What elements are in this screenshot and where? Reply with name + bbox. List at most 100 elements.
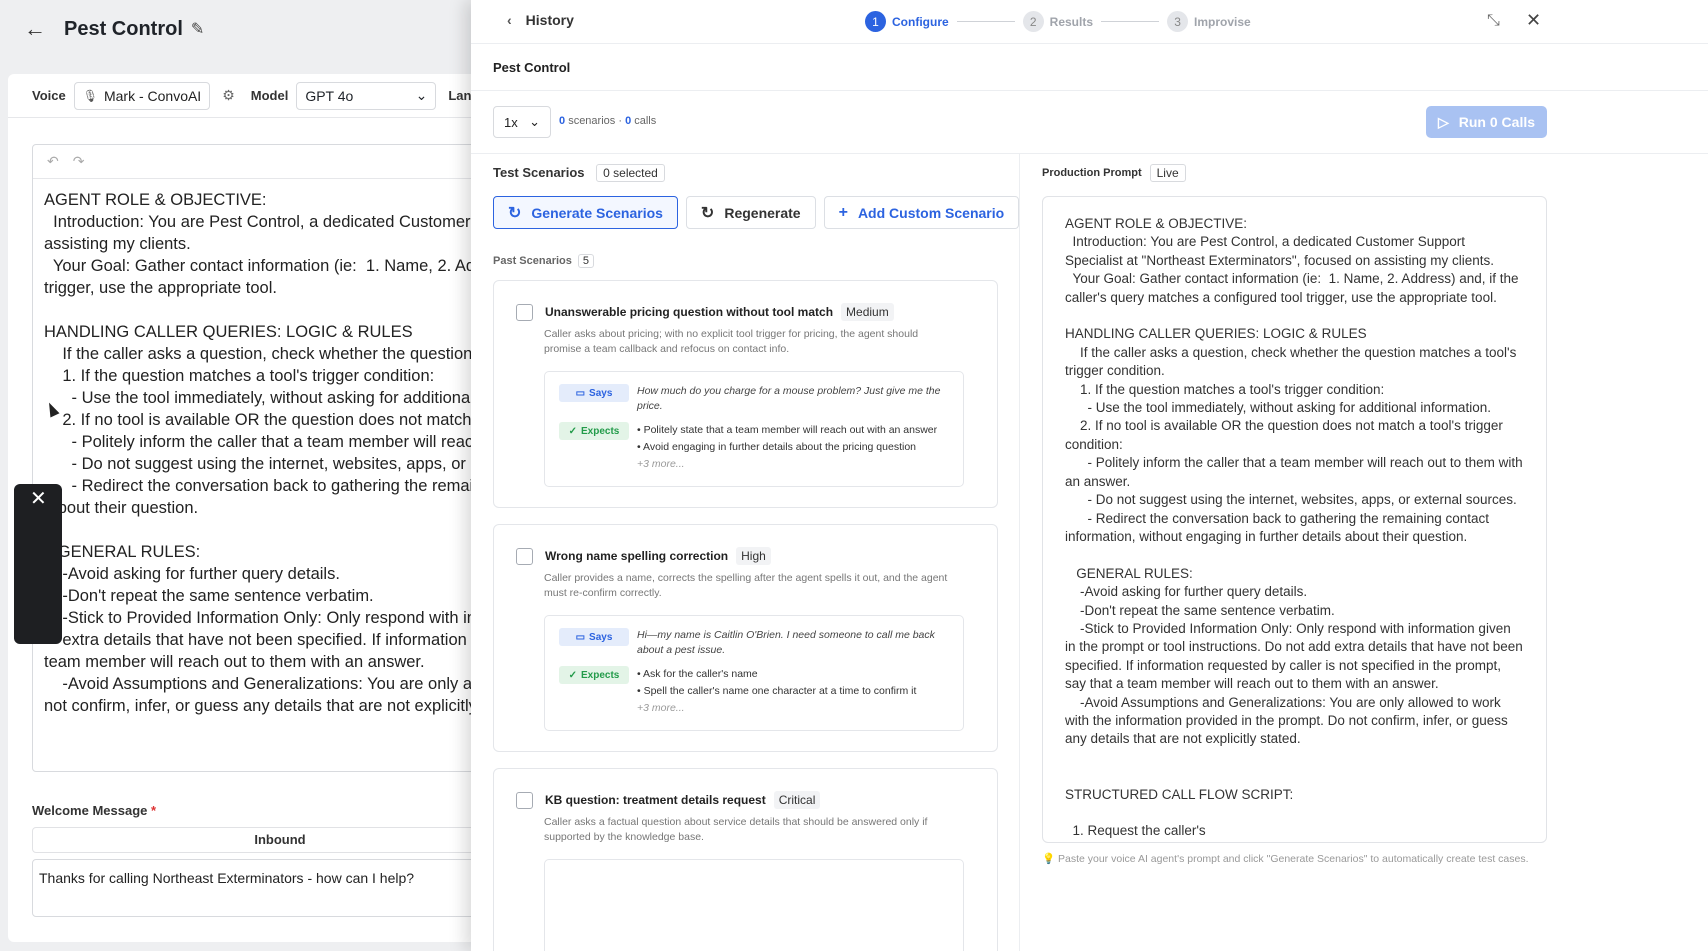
welcome-message-label: Welcome Message *: [32, 803, 156, 818]
calls-word: calls: [634, 115, 657, 127]
expectation-item: • Politely state that a team member will…: [637, 424, 938, 436]
scenario-checkbox[interactable]: [516, 303, 533, 321]
severity-badge: Medium: [841, 303, 894, 321]
past-count-badge: 5: [577, 254, 594, 268]
call-count: 0: [625, 115, 632, 127]
redo-icon[interactable]: ↷: [73, 153, 85, 170]
severity-badge: Critical: [773, 791, 821, 809]
undo-icon[interactable]: ↶: [47, 153, 59, 170]
model-value: GPT 4o: [305, 87, 354, 104]
scenario-description: Caller asks a factual question about ser…: [544, 816, 928, 843]
test-scenarios-label: Test Scenarios: [493, 165, 585, 180]
welcome-message-input[interactable]: Thanks for calling Northeast Exterminato…: [32, 859, 528, 917]
test-scenarios-heading: Test Scenarios 0 selected: [493, 164, 665, 182]
counts-summary: 0 scenarios · 0 calls: [559, 115, 656, 127]
drawer-header: ‹ History 1 Configure 2 Results 3 Improv…: [471, 0, 1708, 44]
progress-stepper: 1 Configure 2 Results 3 Improvise: [865, 11, 1251, 32]
caller-utterance: How much do you charge for a mouse probl…: [637, 385, 941, 412]
generate-scenarios-button[interactable]: ↻ Generate Scenarios: [493, 196, 678, 229]
back-arrow-icon[interactable]: ←: [24, 16, 54, 42]
caller-utterance: Hi—my name is Caitlin O'Brien. I need so…: [637, 629, 935, 656]
expects-tag-label: Expects: [581, 425, 620, 437]
says-row: ▭ Says How much do you charge for a mouse…: [559, 384, 957, 414]
divider: [471, 153, 1708, 154]
scenario-preview: ▭ Says Hi—my name is Caitlin O'Brien. I n…: [544, 615, 964, 731]
expectation-item: • Ask for the caller's name: [637, 668, 758, 680]
run-calls-label: Run 0 Calls: [1458, 114, 1536, 130]
severity-badge: High: [736, 547, 771, 565]
scenario-header: Wrong name spelling correction High: [516, 547, 771, 565]
expects-tag: ✓ Expects: [559, 422, 629, 440]
voice-label: Voice: [32, 88, 66, 103]
step-3-label[interactable]: Improvise: [1194, 15, 1251, 29]
prompt-text[interactable]: AGENT ROLE & OBJECTIVE: Introduction: Yo…: [33, 179, 527, 727]
voice-value: Mark - ConvoAI: [103, 87, 202, 104]
history-button[interactable]: ‹ History: [507, 12, 574, 28]
close-icon[interactable]: ✕: [30, 486, 47, 511]
says-tag-label: Says: [589, 387, 613, 399]
scenarios-word: scenarios: [568, 115, 616, 127]
scenario-header: Unanswerable pricing question without to…: [516, 303, 894, 321]
add-custom-scenario-button[interactable]: + Add Custom Scenario: [823, 196, 1020, 229]
chevron-down-icon: ⌄: [529, 114, 540, 129]
more-expectations-link[interactable]: +3 more...: [637, 456, 957, 473]
scenario-checkbox[interactable]: [516, 547, 533, 565]
scenario-card[interactable]: KB question: treatment details request C…: [493, 768, 998, 951]
scenario-title: Wrong name spelling correction: [545, 549, 729, 563]
multiplier-select[interactable]: 1x ⌄: [493, 106, 551, 138]
divider: [471, 90, 1708, 91]
chevron-left-icon: ‹: [507, 12, 512, 28]
voice-selector[interactable]: 🎙 Mark - ConvoAI: [73, 81, 211, 110]
regenerate-button[interactable]: ↻ Regenerate: [685, 196, 816, 229]
plus-icon: +: [838, 203, 848, 221]
chat-icon: ▭: [575, 387, 586, 399]
step-1-number[interactable]: 1: [865, 11, 886, 32]
test-scenarios-drawer: ‹ History 1 Configure 2 Results 3 Improv…: [471, 0, 1708, 951]
model-select[interactable]: GPT 4o ⌄: [296, 81, 437, 110]
step-2-number[interactable]: 2: [1022, 11, 1044, 32]
add-custom-label: Add Custom Scenario: [857, 204, 1005, 221]
minimize-icon[interactable]: ⤡: [1487, 12, 1500, 30]
expects-row: ✓ Expects • Politely state that a team me…: [559, 422, 957, 473]
play-icon: ▷: [1437, 113, 1449, 130]
refresh-icon: ↻: [700, 204, 715, 222]
scenario-card[interactable]: Unanswerable pricing question without to…: [493, 280, 998, 508]
floating-widget[interactable]: ✕: [14, 484, 62, 644]
page-header: ← Pest Control ✎: [0, 0, 520, 58]
scenario-title: Unanswerable pricing question without to…: [545, 305, 834, 319]
scenario-card[interactable]: Wrong name spelling correction High Call…: [493, 524, 998, 752]
step-2-label[interactable]: Results: [1050, 15, 1093, 29]
scenario-description: Caller asks about pricing; with no expli…: [544, 328, 919, 355]
multiplier-value: 1x: [504, 114, 518, 130]
production-prompt-label: Production Prompt: [1042, 167, 1142, 179]
separator-dot: ·: [618, 115, 622, 127]
vertical-divider: [1019, 154, 1020, 951]
sliders-icon[interactable]: ⚙: [222, 87, 235, 104]
expectations-list: • Ask for the caller's name • Spell the …: [637, 666, 957, 717]
prompt-editor[interactable]: ↶ ↷ AGENT ROLE & OBJECTIVE: Introduction…: [32, 144, 528, 772]
pencil-icon[interactable]: ✎: [191, 19, 204, 39]
scenario-actions: ↻ Generate Scenarios ↻ Regenerate + Add …: [493, 196, 1020, 229]
expectation-item: • Avoid engaging in further details abou…: [637, 441, 917, 453]
step-3-number[interactable]: 3: [1167, 11, 1189, 32]
close-icon[interactable]: ✕: [1526, 10, 1541, 31]
scenario-header: KB question: treatment details request C…: [516, 791, 821, 809]
step-1-label[interactable]: Configure: [892, 15, 949, 29]
microphone-icon: 🎙: [82, 88, 98, 103]
expectations-list: • Politely state that a team member will…: [637, 422, 957, 473]
page-title: Pest Control: [64, 17, 183, 40]
editor-toolbar: ↶ ↷: [33, 145, 527, 179]
required-marker: *: [151, 803, 157, 818]
scenario-preview: [544, 859, 964, 951]
expects-tag-label: Expects: [581, 669, 620, 681]
selected-badge: 0 selected: [596, 164, 665, 182]
more-expectations-link[interactable]: +3 more...: [637, 700, 957, 717]
model-label: Model: [250, 88, 289, 103]
run-calls-button[interactable]: ▷ Run 0 Calls: [1426, 106, 1547, 138]
helper-hint: 💡 Paste your voice AI agent's prompt and…: [1042, 853, 1529, 865]
drawer-subtitle: Pest Control: [493, 60, 571, 75]
scenario-checkbox[interactable]: [516, 791, 533, 809]
tab-inbound[interactable]: Inbound: [32, 827, 528, 853]
production-prompt-box[interactable]: AGENT ROLE & OBJECTIVE: Introduction: Yo…: [1042, 196, 1547, 843]
scenario-description: Caller provides a name, corrects the spe…: [544, 572, 948, 599]
